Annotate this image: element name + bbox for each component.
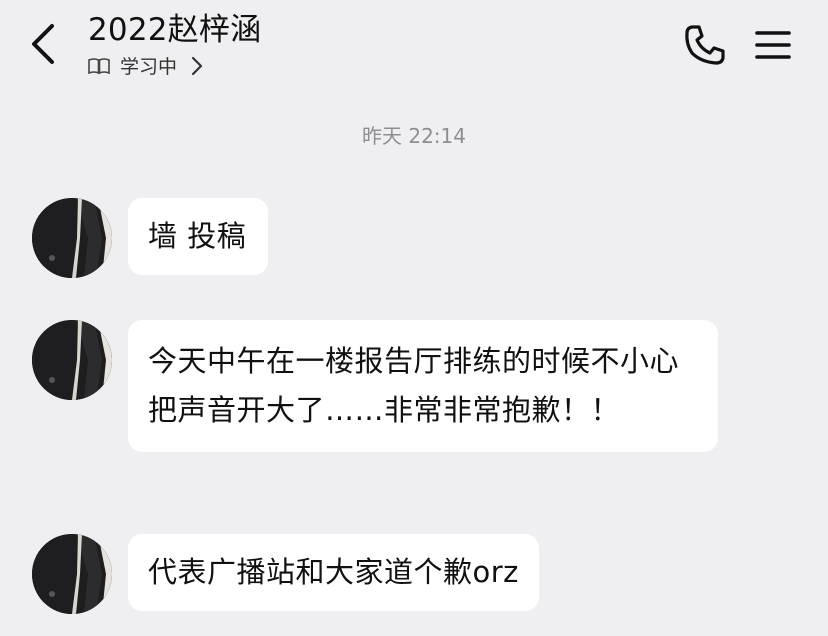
chat-title[interactable]: 2022赵梓涵	[88, 4, 261, 49]
chevron-right-icon	[191, 56, 203, 75]
back-chevron-icon	[32, 24, 54, 64]
menu-button[interactable]	[752, 26, 794, 64]
message-row: 墙 投稿	[32, 198, 269, 278]
avatar-image	[32, 198, 112, 278]
avatar-image	[32, 534, 112, 614]
avatar[interactable]	[32, 320, 112, 400]
hamburger-menu-icon	[755, 31, 791, 59]
avatar[interactable]	[32, 534, 112, 614]
phone-icon	[685, 25, 725, 65]
call-button[interactable]	[682, 22, 728, 68]
book-icon	[88, 57, 110, 74]
message-row: 代表广播站和大家道个歉orz	[32, 534, 539, 614]
message-bubble[interactable]: 今天中午在一楼报告厅排练的时候不小心把声音开大了……非常非常抱歉！！	[128, 320, 718, 452]
message-timestamp: 昨天 22:14	[362, 124, 466, 148]
message-bubble[interactable]: 代表广播站和大家道个歉orz	[128, 534, 539, 611]
chat-header: 2022赵梓涵 学习中	[0, 0, 828, 100]
status-line[interactable]: 学习中	[88, 52, 205, 79]
message-row: 今天中午在一楼报告厅排练的时候不小心把声音开大了……非常非常抱歉！！	[32, 320, 718, 452]
avatar[interactable]	[32, 198, 112, 278]
status-text: 学习中	[120, 56, 178, 78]
avatar-image	[32, 320, 112, 400]
back-button[interactable]	[22, 18, 68, 70]
message-bubble[interactable]: 墙 投稿	[128, 198, 269, 275]
